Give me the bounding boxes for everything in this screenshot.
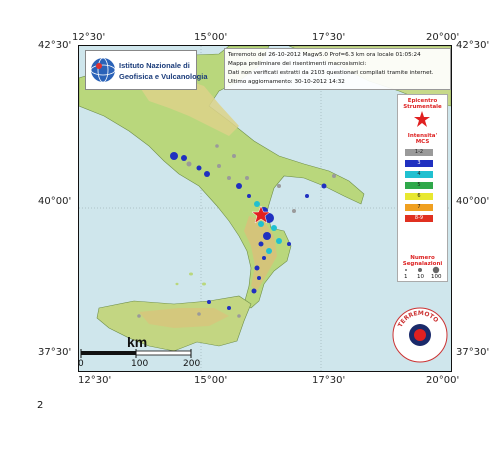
marker	[287, 242, 291, 246]
island-4	[175, 282, 179, 286]
marker	[254, 201, 260, 207]
marker	[232, 154, 236, 158]
map-frame[interactable]: Istituto Nazionale di Geofisica e Vulcan…	[78, 45, 452, 372]
globe-icon	[90, 57, 116, 83]
info-line-3: Dati non verificati estratti da 2103 que…	[228, 70, 434, 76]
count-label-10: 10	[417, 274, 424, 280]
marker	[305, 194, 309, 198]
intensity-swatch-3: 4	[405, 171, 433, 178]
marker	[262, 256, 266, 260]
marker	[186, 161, 192, 167]
lon-label-bottom-2: 15°00'	[194, 375, 228, 386]
intensity-swatch-7: 8-9	[405, 215, 433, 222]
marker	[245, 176, 249, 180]
legend-intensity-title: Intensita' MCS	[407, 133, 438, 145]
lon-label-top-3: 17°30'	[312, 32, 346, 43]
marker	[258, 221, 264, 227]
legend: Epicentro Strumentale Intensita' MCS 1-2 3…	[397, 94, 448, 282]
marker	[217, 164, 221, 168]
info-line-4: Ultimo aggiornamento: 30-10-2012 14:32	[228, 79, 345, 85]
lat-label-right-2: 40°00'	[456, 196, 490, 207]
marker	[258, 241, 264, 247]
island-3	[202, 282, 206, 286]
marker	[247, 194, 251, 198]
marker	[292, 209, 296, 213]
marker	[257, 276, 261, 280]
star-icon	[414, 111, 430, 127]
logo-line-2: Geofisica e Vulcanologia	[119, 72, 208, 81]
marker	[137, 314, 141, 318]
map-figure: 12°30' 15°00' 17°30' 20°00' 12°30' 15°00…	[0, 0, 500, 455]
marker	[276, 238, 282, 244]
marker	[196, 165, 202, 171]
island-2	[189, 272, 193, 276]
scale-tick-200: 200	[183, 359, 201, 369]
lon-label-top-4: 20°00'	[426, 32, 460, 43]
lat-label-left-3: 37°30'	[38, 347, 72, 358]
scale-tick-0: 0	[78, 359, 84, 369]
marker	[271, 225, 277, 231]
marker	[266, 248, 272, 254]
lat-label-left-2: 40°00'	[38, 196, 72, 207]
intensity-swatch-4: 5	[405, 182, 433, 189]
marker	[170, 152, 178, 160]
logo-line-1: Istituto Nazionale di	[119, 61, 190, 70]
intensity-swatch-6: 7	[405, 204, 433, 211]
marker	[204, 171, 210, 177]
marker	[237, 314, 241, 318]
intensity-swatch-2: 3	[405, 160, 433, 167]
scale-tick-100: 100	[131, 359, 149, 369]
ingv-logo: Istituto Nazionale di Geofisica e Vulcan…	[85, 50, 208, 90]
marker	[181, 155, 187, 161]
lon-label-bottom-1: 12°30'	[78, 375, 112, 386]
lon-label-top-1: 12°30'	[72, 32, 106, 43]
info-line-2: Mappa preliminare dei risentimenti macro…	[228, 61, 367, 67]
event-info-box: Terremoto del 26-10-2012 Magw5.0 Prof=6.…	[224, 48, 451, 90]
scale-unit: km	[127, 334, 148, 350]
marker	[251, 288, 257, 294]
marker	[197, 312, 201, 316]
info-line-1: Terremoto del 26-10-2012 Magw5.0 Prof=6.…	[228, 52, 421, 58]
lon-label-top-2: 15°00'	[194, 32, 228, 43]
terremoto-seal: TERREMOTO	[392, 307, 448, 363]
marker	[332, 174, 336, 178]
intensity-swatch-1: 1-2	[405, 149, 433, 156]
lat-label-left-1: 42°30'	[38, 40, 72, 51]
count-label-100: 100	[431, 274, 442, 280]
marker	[207, 300, 211, 304]
marker	[254, 265, 260, 271]
intensity-swatch-5: 6	[405, 193, 433, 200]
marker	[277, 184, 281, 188]
count-label-1: 1	[404, 274, 408, 280]
page-number: 2	[37, 400, 44, 411]
lat-label-right-3: 37°30'	[456, 347, 490, 358]
marker	[227, 176, 231, 180]
marker	[263, 232, 271, 240]
marker	[236, 183, 242, 189]
lon-label-bottom-3: 17°30'	[312, 375, 346, 386]
lat-label-right-1: 42°30'	[456, 40, 490, 51]
lon-label-bottom-4: 20°00'	[426, 375, 460, 386]
marker	[321, 183, 327, 189]
marker	[227, 306, 231, 310]
marker	[215, 144, 219, 148]
legend-epicenter-title: Epicentro Strumentale	[403, 98, 442, 110]
